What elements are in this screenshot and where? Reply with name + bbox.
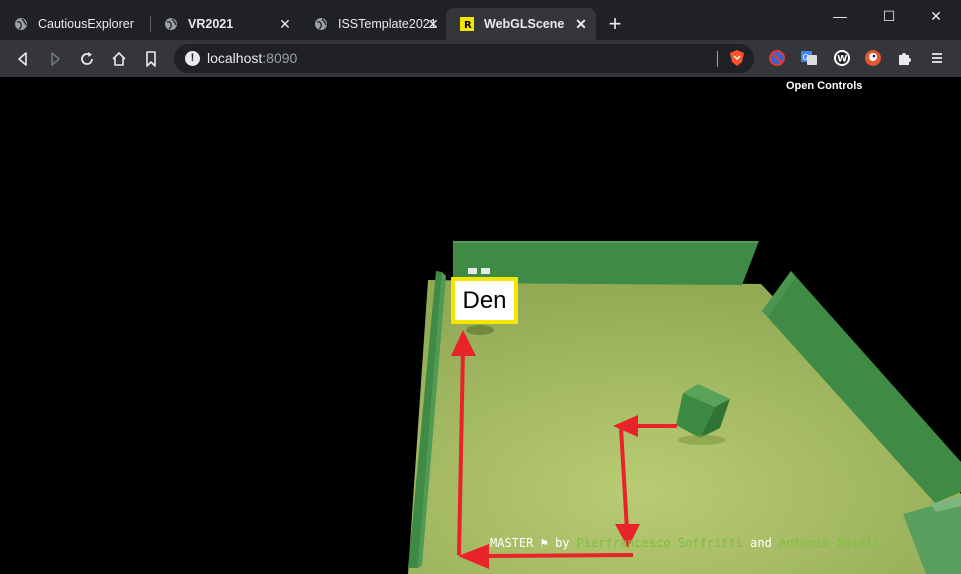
tab-strip: CautiousExplorer VR2021 ✕ ISSTemplate202… (0, 0, 961, 40)
tab-cautious-explorer[interactable]: CautiousExplorer (0, 8, 151, 40)
robot-figure-icon: ⚑ (540, 536, 548, 550)
globe-icon (315, 18, 327, 30)
svg-text:R: R (464, 20, 472, 31)
omnibox-divider (717, 51, 718, 67)
den-label: Den (451, 277, 518, 324)
forward-button[interactable] (44, 48, 66, 70)
credits-role: MASTER (490, 536, 534, 550)
tab-title: ISSTemplate2021 (338, 17, 437, 31)
webgl-canvas[interactable]: Open Controls Den MASTER ⚑ by Pierfrance… (0, 77, 961, 574)
new-tab-button[interactable]: + (604, 13, 626, 36)
maximize-button[interactable]: ☐ (866, 0, 912, 32)
translate-icon[interactable]: G (800, 49, 818, 67)
close-tab-icon[interactable]: ✕ (574, 17, 588, 31)
w-extension-icon[interactable]: W (833, 49, 851, 67)
credits-footer: MASTER ⚑ by Pierfrancesco Soffritti and … (490, 536, 880, 550)
credits-author-2: Antonio Natali (779, 536, 881, 550)
arrow-bottom-horizontal (484, 553, 634, 558)
browser-menu-icon[interactable] (928, 49, 946, 67)
back-wall-top (453, 241, 759, 243)
close-tab-icon[interactable]: ✕ (278, 17, 292, 31)
tab-webgl-scene[interactable]: R WebGLScene ✕ (446, 8, 596, 40)
address-bar[interactable]: ! localhost:8090 (174, 44, 754, 73)
den-label-text: Den (462, 286, 507, 314)
block-extension-icon[interactable] (768, 49, 786, 67)
open-controls-link[interactable]: Open Controls (786, 80, 862, 92)
forward-arrow-icon (51, 52, 60, 66)
tab-title: CautiousExplorer (38, 17, 134, 31)
reload-icon (81, 52, 93, 65)
scene-drawing (408, 241, 961, 574)
bookmark-icon (146, 51, 156, 67)
robot-sensor (468, 268, 477, 274)
close-window-button[interactable]: ✕ (913, 0, 959, 32)
close-tab-icon[interactable]: ✕ (426, 17, 440, 31)
home-button[interactable] (108, 48, 130, 70)
globe-icon (165, 18, 177, 30)
minimize-button[interactable]: — (817, 0, 863, 32)
reload-button[interactable] (76, 48, 98, 70)
robot-sensor (481, 268, 490, 274)
brave-shield-icon[interactable] (728, 49, 746, 67)
tab-vr2021[interactable]: VR2021 ✕ (150, 8, 300, 40)
svg-text:G: G (803, 53, 809, 62)
credits-author-1: Pierfrancesco Soffritti (576, 536, 743, 550)
tab-title: WebGLScene (484, 17, 565, 31)
home-icon (112, 52, 126, 66)
bookmark-button[interactable] (140, 48, 162, 70)
browser-toolbar: ! localhost:8090 G W (0, 40, 961, 77)
duckduckgo-icon[interactable] (864, 49, 882, 67)
credits-by: by (555, 536, 570, 550)
tab-title: VR2021 (188, 17, 234, 31)
globe-icon (15, 18, 27, 30)
site-info-icon[interactable]: ! (185, 51, 200, 66)
back-arrow-icon (18, 52, 27, 66)
robot-shadow (466, 325, 494, 335)
extensions-puzzle-icon[interactable] (896, 49, 914, 67)
tab-iss-template[interactable]: ISSTemplate2021 ✕ (300, 8, 448, 40)
url-text: localhost:8090 (207, 50, 298, 66)
back-button[interactable] (12, 48, 34, 70)
obstacle-shadow (678, 435, 726, 445)
credits-and: and (750, 536, 772, 550)
r-logo-icon: R (460, 17, 474, 31)
svg-text:W: W (837, 55, 847, 65)
